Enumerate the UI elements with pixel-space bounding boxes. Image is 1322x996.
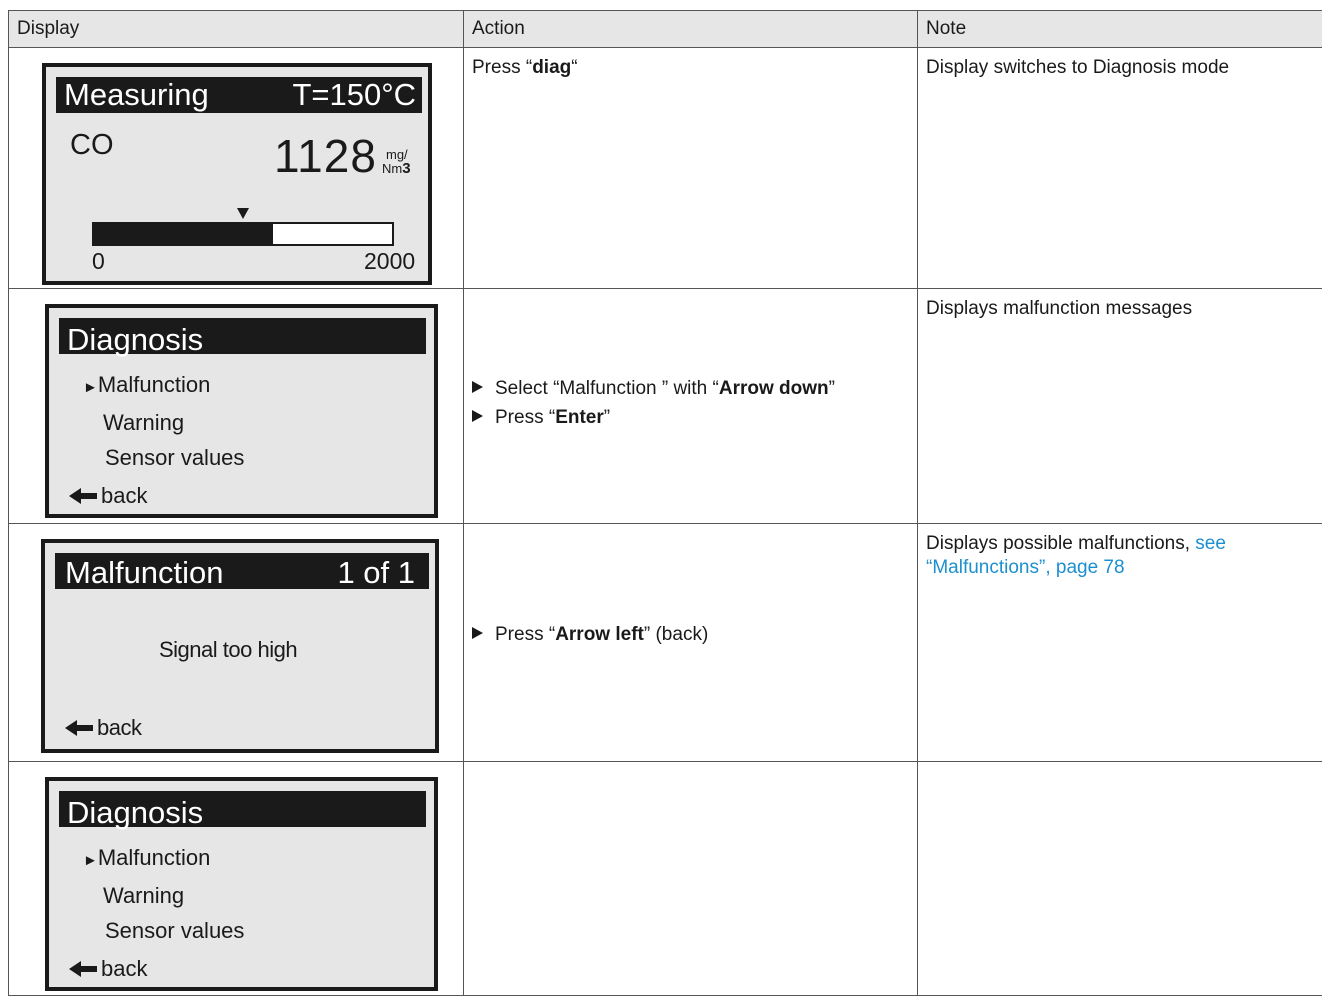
- lcd-menu-item-sensor-values: Sensor values: [105, 445, 244, 471]
- list-item: Select “Malfunction ” with “Arrow down”: [472, 374, 835, 403]
- back-arrow-icon: [65, 718, 95, 738]
- bullet-triangle-icon: [472, 410, 483, 422]
- lcd-title-bar: Malfunction 1 of 1: [55, 553, 429, 589]
- display-cell: Malfunction 1 of 1 Signal too high back: [9, 524, 464, 762]
- lcd-menu-item-warning: Warning: [103, 883, 184, 909]
- lcd-back-label: back: [97, 715, 141, 741]
- lcd-bargraph: [92, 222, 394, 246]
- display-cell: Diagnosis ►Malfunction Warning Sensor va…: [9, 289, 464, 524]
- display-cell: Measuring T=150°C CO 1128 mg/ Nm3 0 2000: [9, 48, 464, 289]
- bullet-triangle-icon: [472, 381, 483, 393]
- lcd-title-bar: Measuring T=150°C: [56, 77, 422, 113]
- header-note: Note: [918, 11, 1322, 48]
- table-row: Measuring T=150°C CO 1128 mg/ Nm3 0 2000: [9, 48, 1322, 289]
- list-item: Press “Enter”: [472, 403, 835, 432]
- note-cell: Displays malfunction messages: [918, 289, 1322, 524]
- table-row: Malfunction 1 of 1 Signal too high back …: [9, 524, 1322, 762]
- note-text: Displays possible malfunctions, see “Mal…: [918, 524, 1322, 580]
- lcd-component: CO: [70, 129, 114, 162]
- display-cell: Diagnosis ►Malfunction Warning Sensor va…: [9, 762, 464, 996]
- lcd-scale-min: 0: [92, 248, 105, 275]
- key-arrow-down: Arrow down: [719, 378, 829, 399]
- lcd-back-label: back: [101, 483, 147, 509]
- lcd-menu-item-warning: Warning: [103, 410, 184, 436]
- action-cell: Press “Arrow left” (back): [464, 524, 918, 762]
- lcd-unit-bottom: Nm3: [382, 160, 411, 177]
- lcd-screen-diagnosis: Diagnosis ►Malfunction Warning Sensor va…: [45, 777, 438, 991]
- key-enter: Enter: [555, 407, 604, 428]
- action-cell: [464, 762, 918, 996]
- key-arrow-left: Arrow left: [555, 624, 644, 645]
- action-cell: Press “diag“: [464, 48, 918, 289]
- action-steps: Press “Arrow left” (back): [472, 620, 708, 649]
- table-row: Diagnosis ►Malfunction Warning Sensor va…: [9, 289, 1322, 524]
- list-item: Press “Arrow left” (back): [472, 620, 708, 649]
- action-text: Press “diag“: [464, 48, 917, 80]
- lcd-unit-exp: 3: [402, 160, 410, 177]
- lcd-page-counter: 1 of 1: [337, 555, 415, 591]
- back-arrow-icon: [69, 486, 99, 506]
- lcd-screen-diagnosis: Diagnosis ►Malfunction Warning Sensor va…: [45, 304, 438, 518]
- lcd-back-label: back: [101, 956, 147, 982]
- lcd-bargraph-fill: [94, 224, 273, 244]
- note-cell: Displays possible malfunctions, see “Mal…: [918, 524, 1322, 762]
- note-text: Displays malfunction messages: [918, 289, 1322, 321]
- lcd-title: Malfunction: [65, 555, 224, 591]
- lcd-menu-item-sensor-values: Sensor values: [105, 918, 244, 944]
- header-display: Display: [9, 11, 464, 48]
- lcd-title: Measuring: [64, 77, 209, 113]
- action-cell: Select “Malfunction ” with “Arrow down” …: [464, 289, 918, 524]
- table-row: Diagnosis ►Malfunction Warning Sensor va…: [9, 762, 1322, 996]
- header-action: Action: [464, 11, 918, 48]
- bullet-triangle-icon: [472, 627, 483, 639]
- lcd-screen-measuring: Measuring T=150°C CO 1128 mg/ Nm3 0 2000: [42, 63, 432, 285]
- key-diag: diag: [532, 57, 571, 78]
- lcd-menu-item-malfunction: ►Malfunction: [83, 845, 210, 871]
- lcd-scale-max: 2000: [364, 248, 415, 275]
- lcd-title: Diagnosis: [67, 322, 203, 358]
- lcd-screen-malfunction: Malfunction 1 of 1 Signal too high back: [41, 539, 439, 753]
- back-arrow-icon: [69, 959, 99, 979]
- note-cell: [918, 762, 1322, 996]
- lcd-value: 1128: [274, 129, 377, 183]
- lcd-title: Diagnosis: [67, 795, 203, 831]
- lcd-title-bar: Diagnosis: [59, 318, 426, 354]
- procedure-table: Display Action Note Measuring T=150°C CO…: [8, 10, 1322, 996]
- lcd-message: Signal too high: [159, 637, 297, 663]
- note-text: Display switches to Diagnosis mode: [918, 48, 1322, 80]
- selection-pointer-icon: ►: [83, 379, 98, 396]
- bargraph-marker-icon: [237, 208, 249, 219]
- lcd-title-bar: Diagnosis: [59, 791, 426, 827]
- note-cell: Display switches to Diagnosis mode: [918, 48, 1322, 289]
- action-steps: Select “Malfunction ” with “Arrow down” …: [472, 374, 835, 432]
- lcd-unit-nm: Nm: [382, 161, 402, 176]
- lcd-temperature: T=150°C: [292, 77, 416, 113]
- lcd-menu-item-malfunction: ►Malfunction: [83, 372, 210, 398]
- selection-pointer-icon: ►: [83, 852, 98, 869]
